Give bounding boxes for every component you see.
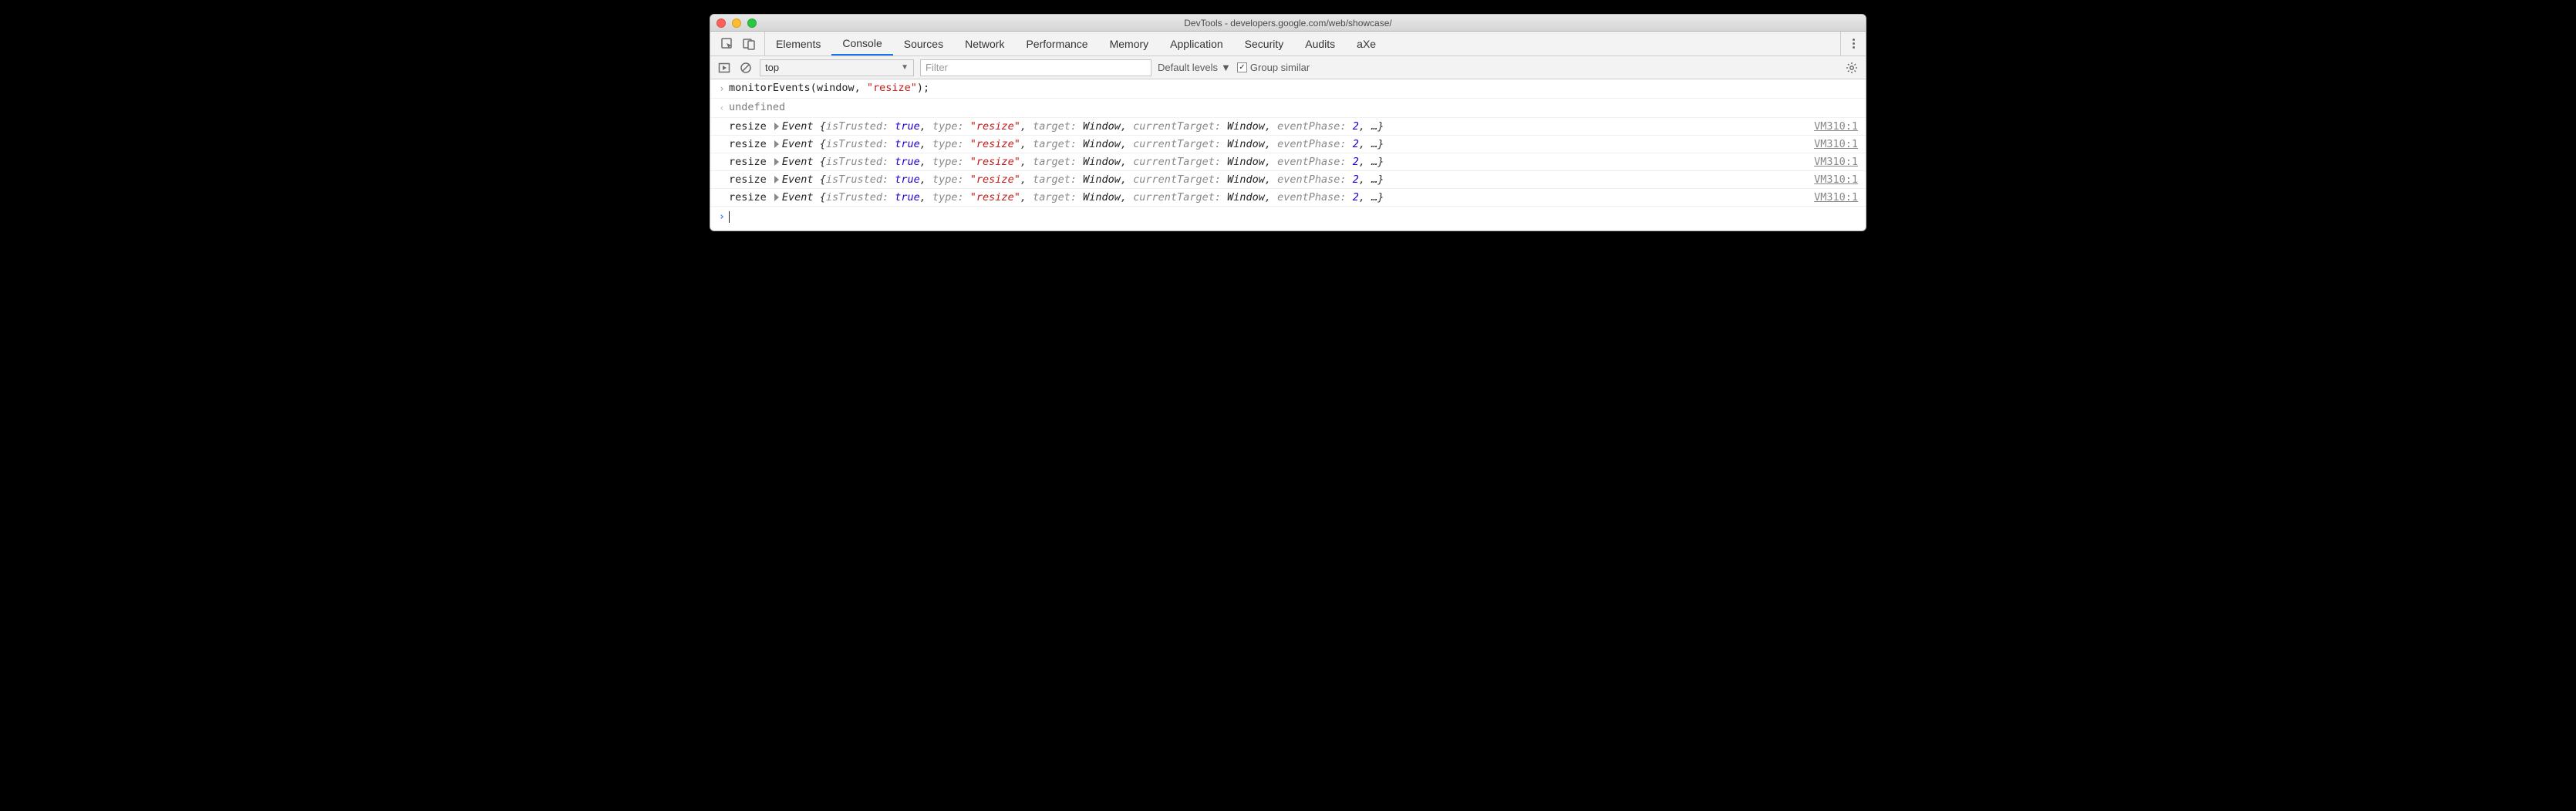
- tab-memory[interactable]: Memory: [1099, 32, 1160, 56]
- input-chevron-icon: ›: [715, 82, 729, 96]
- console-return-value: ‹ undefined: [710, 99, 1866, 118]
- expand-triangle-icon[interactable]: [774, 140, 779, 148]
- chevron-down-icon: ▼: [1221, 62, 1231, 73]
- group-similar-label: Group similar: [1250, 62, 1310, 73]
- filter-input[interactable]: Filter: [920, 59, 1151, 76]
- window-title: DevTools - developers.google.com/web/sho…: [710, 18, 1866, 29]
- traffic-lights: [716, 19, 757, 28]
- console-log-row: resize Event {isTrusted: true, type: "re…: [710, 153, 1866, 171]
- console-input-echo: › monitorEvents(window, "resize");: [710, 79, 1866, 99]
- prompt-chevron-icon: ›: [715, 210, 729, 223]
- console-log-row: resize Event {isTrusted: true, type: "re…: [710, 171, 1866, 189]
- source-link[interactable]: VM310:1: [1802, 156, 1858, 168]
- tab-application[interactable]: Application: [1159, 32, 1234, 56]
- close-icon[interactable]: [716, 19, 726, 28]
- tab-axe[interactable]: aXe: [1346, 32, 1387, 56]
- settings-gear-icon[interactable]: [1844, 60, 1860, 76]
- tab-console[interactable]: Console: [831, 32, 892, 56]
- source-link[interactable]: VM310:1: [1802, 191, 1858, 204]
- tab-audits[interactable]: Audits: [1294, 32, 1346, 56]
- tab-network[interactable]: Network: [954, 32, 1015, 56]
- toggle-sidebar-icon[interactable]: [716, 60, 732, 76]
- minimize-icon[interactable]: [732, 19, 741, 28]
- context-selector[interactable]: top ▼: [760, 59, 914, 76]
- chevron-down-icon: ▼: [901, 63, 909, 72]
- console-log-row: resize Event {isTrusted: true, type: "re…: [710, 118, 1866, 136]
- more-menu-icon[interactable]: [1847, 38, 1860, 50]
- console-output: › monitorEvents(window, "resize"); ‹ und…: [710, 79, 1866, 231]
- output-chevron-icon: ‹: [715, 101, 729, 115]
- inspect-element-icon[interactable]: [720, 36, 735, 52]
- console-toolbar: top ▼ Filter Default levels ▼ ✓ Group si…: [710, 56, 1866, 79]
- console-prompt[interactable]: ›: [710, 207, 1866, 231]
- expand-triangle-icon[interactable]: [774, 123, 779, 130]
- expand-triangle-icon[interactable]: [774, 158, 779, 166]
- log-levels-label: Default levels: [1158, 62, 1218, 73]
- cursor: [729, 211, 730, 223]
- devtools-window: DevTools - developers.google.com/web/sho…: [710, 14, 1866, 231]
- console-log-row: resize Event {isTrusted: true, type: "re…: [710, 189, 1866, 207]
- expand-triangle-icon[interactable]: [774, 176, 779, 183]
- group-similar-toggle[interactable]: ✓ Group similar: [1237, 62, 1310, 73]
- context-selector-value: top: [765, 62, 779, 73]
- source-link[interactable]: VM310:1: [1802, 120, 1858, 133]
- tab-performance[interactable]: Performance: [1015, 32, 1098, 56]
- tab-elements[interactable]: Elements: [765, 32, 831, 56]
- device-toolbar-icon[interactable]: [741, 36, 757, 52]
- source-link[interactable]: VM310:1: [1802, 138, 1858, 150]
- zoom-icon[interactable]: [747, 19, 757, 28]
- tab-sources[interactable]: Sources: [893, 32, 954, 56]
- clear-console-icon[interactable]: [738, 60, 754, 76]
- inspect-tools: [715, 32, 765, 56]
- filter-placeholder: Filter: [926, 62, 948, 73]
- titlebar: DevTools - developers.google.com/web/sho…: [710, 15, 1866, 32]
- devtools-tabs: ElementsConsoleSourcesNetworkPerformance…: [710, 32, 1866, 56]
- console-log-row: resize Event {isTrusted: true, type: "re…: [710, 136, 1866, 153]
- checkbox-checked-icon: ✓: [1237, 62, 1247, 72]
- source-link[interactable]: VM310:1: [1802, 173, 1858, 186]
- log-levels-selector[interactable]: Default levels ▼: [1158, 62, 1231, 73]
- tab-security[interactable]: Security: [1234, 32, 1295, 56]
- expand-triangle-icon[interactable]: [774, 193, 779, 201]
